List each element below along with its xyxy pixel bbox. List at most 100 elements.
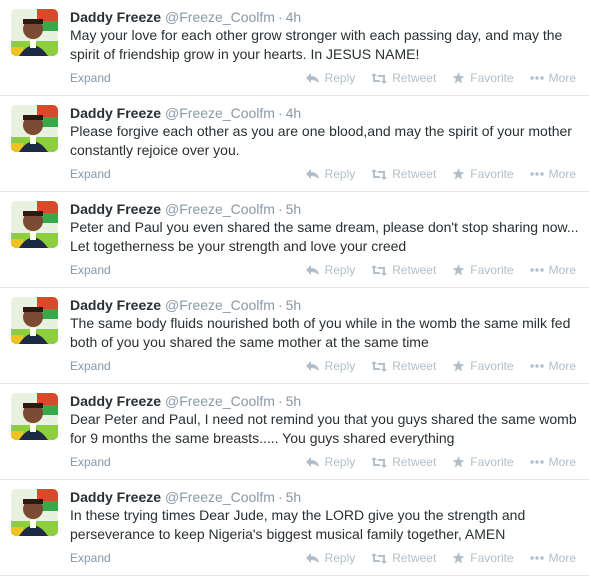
avatar[interactable] [11,105,58,152]
timestamp[interactable]: 5h [286,489,302,505]
tweet-footer: Expand Reply Retweet Favorite More [70,453,580,471]
reply-button[interactable]: Reply [305,357,356,375]
author-name[interactable]: Daddy Freeze [70,105,161,121]
tweet-header: Daddy Freeze @Freeze_Coolfm · 5h [70,296,301,314]
author-handle[interactable]: @Freeze_Coolfm [165,201,275,217]
favorite-button[interactable]: Favorite [452,453,514,471]
more-label: More [548,167,576,181]
expand-link[interactable]: Expand [70,261,111,279]
reply-button[interactable]: Reply [305,261,356,279]
star-icon [452,456,465,468]
retweet-button[interactable]: Retweet [371,453,436,471]
timestamp[interactable]: 5h [286,297,302,313]
retweet-icon [371,456,388,468]
avatar[interactable] [11,393,58,440]
favorite-label: Favorite [470,71,514,85]
more-dots-icon [529,460,544,464]
separator: · [277,9,283,25]
retweet-button[interactable]: Retweet [371,69,436,87]
star-icon [452,72,465,84]
favorite-button[interactable]: Favorite [452,261,514,279]
author-handle[interactable]: @Freeze_Coolfm [165,297,275,313]
retweet-label: Retweet [392,455,437,469]
favorite-button[interactable]: Favorite [452,549,514,567]
tweet-timeline: Daddy Freeze @Freeze_Coolfm · 4h May your l… [0,0,589,576]
more-label: More [548,455,576,469]
reply-button[interactable]: Reply [305,165,356,183]
reply-button[interactable]: Reply [305,69,356,87]
tweet-header: Daddy Freeze @Freeze_Coolfm · 4h [70,104,301,122]
retweet-icon [371,552,388,564]
author-name[interactable]: Daddy Freeze [70,201,161,217]
more-dots-icon [529,268,544,272]
reply-icon [305,73,319,83]
timestamp[interactable]: 5h [286,201,302,217]
tweet-header: Daddy Freeze @Freeze_Coolfm · 5h [70,392,301,410]
reply-label: Reply [324,359,356,373]
expand-link[interactable]: Expand [70,453,111,471]
tweet-text: Dear Peter and Paul, I need not remind y… [70,411,577,446]
retweet-button[interactable]: Retweet [371,549,436,567]
more-button[interactable]: More [529,165,576,183]
author-name[interactable]: Daddy Freeze [70,297,161,313]
separator: · [277,105,283,121]
author-handle[interactable]: @Freeze_Coolfm [165,9,275,25]
avatar[interactable] [11,201,58,248]
reply-icon [305,361,319,371]
expand-link[interactable]: Expand [70,549,111,567]
retweet-label: Retweet [392,359,437,373]
retweet-button[interactable]: Retweet [371,165,436,183]
reply-button[interactable]: Reply [305,453,356,471]
retweet-button[interactable]: Retweet [371,357,436,375]
tweet: Daddy Freeze @Freeze_Coolfm · 4h May your l… [0,0,589,96]
expand-link[interactable]: Expand [70,69,111,87]
reply-label: Reply [324,167,356,181]
timestamp[interactable]: 4h [286,105,302,121]
reply-label: Reply [324,71,356,85]
tweet-footer: Expand Reply Retweet Favorite More [70,165,580,183]
more-button[interactable]: More [529,69,576,87]
timestamp[interactable]: 5h [286,393,302,409]
star-icon [452,264,465,276]
avatar[interactable] [11,9,58,56]
separator: · [277,201,283,217]
favorite-button[interactable]: Favorite [452,69,514,87]
favorite-button[interactable]: Favorite [452,165,514,183]
expand-link[interactable]: Expand [70,357,111,375]
tweet: Daddy Freeze @Freeze_Coolfm · 5h The same b… [0,288,589,384]
tweet-actions: Reply Retweet Favorite More [305,453,576,471]
author-handle[interactable]: @Freeze_Coolfm [165,393,275,409]
favorite-label: Favorite [470,551,514,565]
author-handle[interactable]: @Freeze_Coolfm [165,105,275,121]
reply-button[interactable]: Reply [305,549,356,567]
more-button[interactable]: More [529,261,576,279]
favorite-label: Favorite [470,167,514,181]
more-dots-icon [529,364,544,368]
avatar[interactable] [11,297,58,344]
more-button[interactable]: More [529,357,576,375]
tweet-actions: Reply Retweet Favorite More [305,69,576,87]
tweet-footer: Expand Reply Retweet Favorite More [70,261,580,279]
reply-label: Reply [324,551,356,565]
author-name[interactable]: Daddy Freeze [70,9,161,25]
more-button[interactable]: More [529,453,576,471]
author-name[interactable]: Daddy Freeze [70,489,161,505]
expand-link[interactable]: Expand [70,165,111,183]
avatar[interactable] [11,489,58,536]
more-dots-icon [529,556,544,560]
reply-label: Reply [324,263,356,277]
timestamp[interactable]: 4h [286,9,302,25]
tweet-footer: Expand Reply Retweet Favorite More [70,69,580,87]
tweet-header: Daddy Freeze @Freeze_Coolfm · 5h [70,488,301,506]
author-handle[interactable]: @Freeze_Coolfm [165,489,275,505]
retweet-label: Retweet [392,263,437,277]
star-icon [452,360,465,372]
retweet-button[interactable]: Retweet [371,261,436,279]
tweet-actions: Reply Retweet Favorite More [305,261,576,279]
more-button[interactable]: More [529,549,576,567]
tweet-actions: Reply Retweet Favorite More [305,549,576,567]
favorite-button[interactable]: Favorite [452,357,514,375]
reply-label: Reply [324,455,356,469]
author-name[interactable]: Daddy Freeze [70,393,161,409]
tweet-text: The same body fluids nourished both of y… [70,315,571,350]
